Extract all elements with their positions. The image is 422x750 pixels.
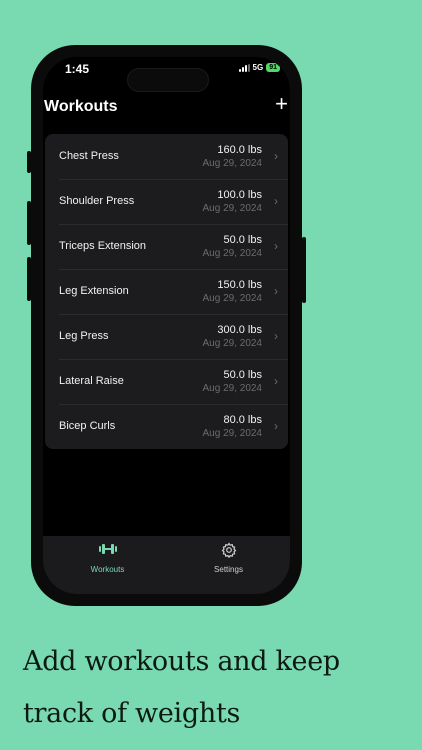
workout-name: Bicep Curls (59, 420, 116, 432)
workout-row[interactable]: Leg Extension 150.0 lbs Aug 29, 2024 › (45, 269, 288, 314)
side-button-power (302, 237, 306, 303)
battery-icon: 91 (266, 63, 280, 72)
workout-date: Aug 29, 2024 (202, 158, 263, 169)
tab-bar: Workouts Settings (43, 536, 290, 594)
chevron-right-icon: › (274, 419, 278, 433)
add-workout-button[interactable]: + (275, 93, 288, 115)
workout-date: Aug 29, 2024 (202, 428, 263, 439)
dumbbell-icon (46, 542, 169, 558)
gear-icon (167, 542, 290, 558)
tab-settings[interactable]: Settings (167, 536, 290, 594)
workout-date: Aug 29, 2024 (202, 248, 263, 259)
workout-name: Chest Press (59, 150, 119, 162)
workout-list: Chest Press 160.0 lbs Aug 29, 2024 › Sho… (45, 134, 288, 449)
phone-frame: 1:45 5G 91 Workouts + Chest Press 160.0 … (27, 45, 306, 606)
tab-label: Settings (214, 565, 243, 574)
chevron-right-icon: › (274, 149, 278, 163)
workout-name: Leg Press (59, 330, 109, 342)
workout-date: Aug 29, 2024 (202, 383, 263, 394)
status-time: 1:45 (65, 62, 90, 76)
chevron-right-icon: › (274, 284, 278, 298)
workout-name: Triceps Extension (59, 240, 147, 252)
workout-row[interactable]: Shoulder Press 100.0 lbs Aug 29, 2024 › (45, 179, 288, 224)
caption-line-2: track of weights (23, 698, 241, 729)
side-button-volume-up (27, 201, 31, 245)
side-button-silent (27, 151, 31, 173)
workout-row[interactable]: Leg Press 300.0 lbs Aug 29, 2024 › (45, 314, 288, 359)
signal-icon (238, 63, 250, 72)
workout-weight: 300.0 lbs (217, 324, 262, 336)
workout-weight: 150.0 lbs (217, 279, 262, 291)
chevron-right-icon: › (274, 194, 278, 208)
workout-row[interactable]: Chest Press 160.0 lbs Aug 29, 2024 › (45, 134, 288, 179)
workout-weight: 100.0 lbs (217, 189, 262, 201)
workout-row[interactable]: Lateral Raise 50.0 lbs Aug 29, 2024 › (45, 359, 288, 404)
side-button-volume-down (27, 257, 31, 301)
chevron-right-icon: › (274, 239, 278, 253)
chevron-right-icon: › (274, 374, 278, 388)
promo-caption: Add workouts and keep track of weights (23, 636, 403, 740)
workout-date: Aug 29, 2024 (202, 293, 263, 304)
workout-weight: 80.0 lbs (223, 414, 262, 426)
dynamic-island (127, 68, 209, 92)
caption-line-1: Add workouts and keep (23, 646, 340, 677)
workout-name: Lateral Raise (59, 375, 124, 387)
workout-weight: 50.0 lbs (223, 234, 262, 246)
workout-name: Shoulder Press (59, 195, 135, 207)
workout-weight: 160.0 lbs (217, 144, 262, 156)
tab-label: Workouts (90, 565, 125, 574)
workout-date: Aug 29, 2024 (202, 338, 263, 349)
workout-date: Aug 29, 2024 (202, 203, 263, 214)
tab-workouts[interactable]: Workouts (46, 536, 169, 594)
status-bar: 1:45 5G 91 (43, 57, 290, 92)
chevron-right-icon: › (274, 329, 278, 343)
page-title: Workouts (44, 98, 118, 115)
network-label: 5G (252, 63, 264, 72)
workout-row[interactable]: Triceps Extension 50.0 lbs Aug 29, 2024 … (45, 224, 288, 269)
workout-weight: 50.0 lbs (223, 369, 262, 381)
workout-row[interactable]: Bicep Curls 80.0 lbs Aug 29, 2024 › (45, 404, 288, 449)
status-indicators: 5G 91 (238, 63, 280, 72)
app-screen: 1:45 5G 91 Workouts + Chest Press 160.0 … (43, 57, 290, 594)
workout-name: Leg Extension (59, 285, 129, 297)
